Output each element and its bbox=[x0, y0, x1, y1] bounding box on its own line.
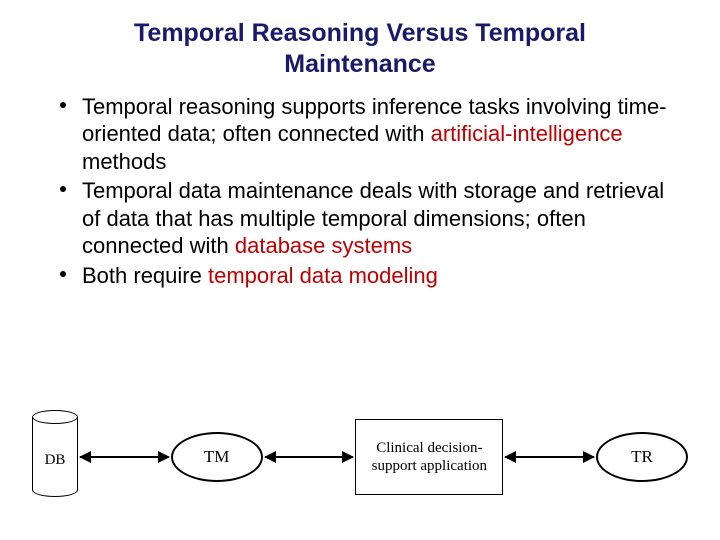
slide-title: Temporal Reasoning Versus Temporal Maint… bbox=[40, 18, 680, 81]
diagram: DB TM Clinical decision-support applicat… bbox=[32, 402, 688, 512]
bullet-icon bbox=[60, 102, 66, 108]
tm-oval: TM bbox=[171, 432, 263, 482]
bullet-item: Temporal data maintenance deals with sto… bbox=[60, 177, 680, 260]
bullet-list: Temporal reasoning supports inference ta… bbox=[40, 93, 680, 290]
db-cylinder-icon: DB bbox=[32, 410, 78, 504]
bullet-icon bbox=[60, 186, 66, 192]
connector-arrow-icon bbox=[505, 456, 594, 458]
db-label: DB bbox=[32, 452, 78, 469]
bullet-text-post: methods bbox=[82, 149, 166, 174]
bullet-highlight: artificial-intelligence bbox=[431, 121, 623, 146]
bullet-item: Both require temporal data modeling bbox=[60, 262, 680, 290]
connector-arrow-icon bbox=[265, 456, 354, 458]
bullet-highlight: temporal data modeling bbox=[208, 263, 438, 288]
bullet-highlight: database systems bbox=[235, 233, 412, 258]
bullet-item: Temporal reasoning supports inference ta… bbox=[60, 93, 680, 176]
connector-arrow-icon bbox=[80, 456, 169, 458]
bullet-text-pre: Both require bbox=[82, 263, 208, 288]
bullet-icon bbox=[60, 271, 66, 277]
tr-oval: TR bbox=[596, 432, 688, 482]
app-box: Clinical decision-support application bbox=[355, 419, 503, 495]
